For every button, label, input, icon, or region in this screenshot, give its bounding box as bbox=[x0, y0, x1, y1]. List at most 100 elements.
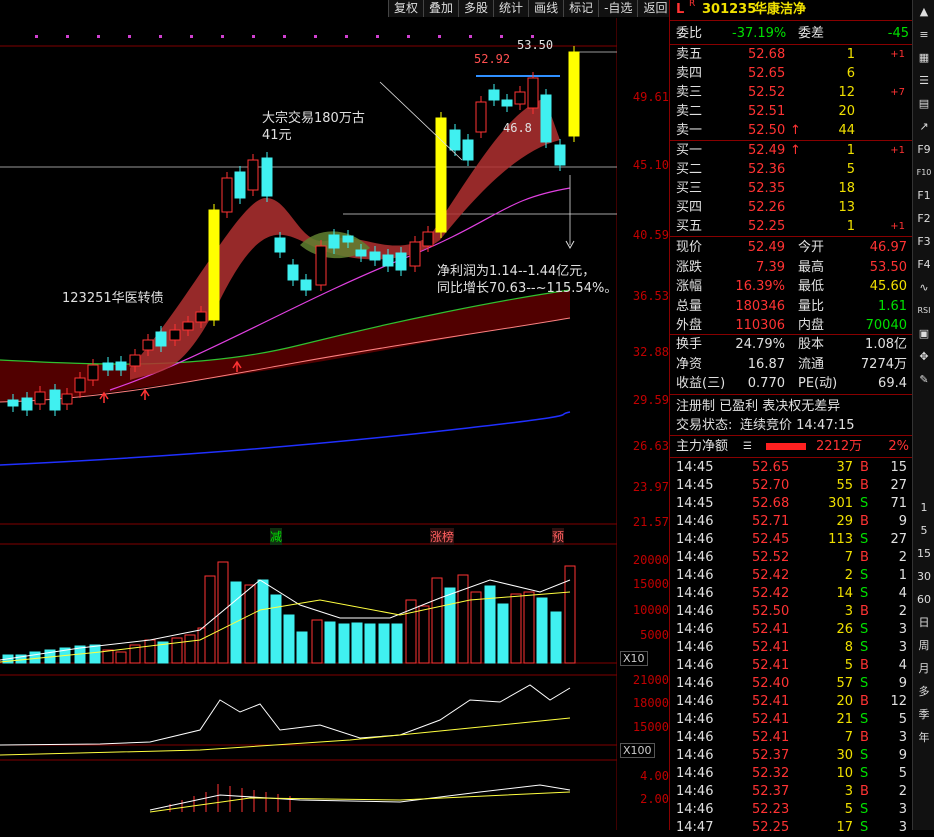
candle bbox=[234, 171, 246, 199]
period-button-0[interactable]: 1 bbox=[916, 500, 932, 516]
volume-bar bbox=[391, 623, 403, 664]
ask-row[interactable]: 卖三 52.52 12 +7 bbox=[670, 83, 913, 102]
bid-row[interactable]: 买五 52.25 1 +1 bbox=[670, 217, 913, 236]
tick-time: 14:46 bbox=[676, 604, 714, 619]
trend-icon[interactable]: ↗ bbox=[916, 119, 932, 135]
period-button-5[interactable]: 日 bbox=[916, 615, 932, 631]
ma-line-blue bbox=[0, 411, 571, 466]
toolbar-item-6[interactable]: -自选 bbox=[598, 0, 638, 17]
bid-row[interactable]: 买一 52.49 ↑ 1 +1 bbox=[670, 141, 913, 160]
menu-icon[interactable]: ☰ bbox=[743, 437, 752, 456]
rsi-icon[interactable]: RSI bbox=[916, 303, 932, 319]
doc-icon[interactable]: ▣ bbox=[916, 326, 932, 342]
candle bbox=[527, 77, 539, 109]
toolbar-item-4[interactable]: 画线 bbox=[528, 0, 564, 17]
price-axis-label: 29.59 bbox=[632, 393, 669, 407]
toolbar-item-5[interactable]: 标记 bbox=[563, 0, 599, 17]
tick-time: 14:45 bbox=[676, 496, 714, 511]
tick-time: 14:46 bbox=[676, 694, 714, 709]
candle bbox=[287, 264, 299, 281]
stat-value: 180346 bbox=[735, 298, 785, 314]
tick-time: 14:45 bbox=[676, 478, 714, 493]
f1-icon[interactable]: F1 bbox=[916, 188, 932, 204]
period-button-3[interactable]: 30 bbox=[916, 569, 932, 585]
period-button-9[interactable]: 季 bbox=[916, 707, 932, 723]
stat-label: PE(动) bbox=[798, 376, 838, 391]
pen-icon[interactable]: ✎ bbox=[916, 372, 932, 388]
tick-time: 14:46 bbox=[676, 640, 714, 655]
menu-icon[interactable]: ≡ bbox=[916, 27, 932, 43]
tag-reduce: 减 bbox=[270, 528, 283, 545]
ask-row[interactable]: 卖四 52.65 6 bbox=[670, 64, 913, 83]
volume-bar bbox=[338, 623, 350, 664]
candle bbox=[409, 241, 421, 267]
tick-price: 52.52 bbox=[752, 550, 790, 565]
volume-bar bbox=[283, 614, 295, 664]
list-icon[interactable]: ☰ bbox=[916, 73, 932, 89]
tick-count: 27 bbox=[890, 478, 907, 493]
tick-price: 52.41 bbox=[752, 640, 790, 655]
toolbar-item-1[interactable]: 叠加 bbox=[423, 0, 459, 17]
ask-row[interactable]: 卖二 52.51 20 bbox=[670, 102, 913, 121]
volume-bar bbox=[257, 579, 269, 664]
f10-icon[interactable]: F10 bbox=[916, 165, 932, 181]
wave-icon[interactable]: ∿ bbox=[916, 280, 932, 296]
tick-time: 14:46 bbox=[676, 586, 714, 601]
candle bbox=[49, 389, 61, 411]
kline-chart[interactable] bbox=[0, 18, 618, 830]
book-volume: 5 bbox=[846, 162, 855, 177]
volume-bar bbox=[510, 593, 522, 664]
tick-price: 52.37 bbox=[752, 784, 790, 799]
stat-label: 收益(三) bbox=[676, 376, 726, 391]
toolbar-item-2[interactable]: 多股 bbox=[458, 0, 494, 17]
f9-icon[interactable]: F9 bbox=[916, 142, 932, 158]
tick-volume: 29 bbox=[836, 514, 853, 529]
candle bbox=[261, 157, 273, 197]
period-button-4[interactable]: 60 bbox=[916, 592, 932, 608]
grid-icon[interactable]: ▤ bbox=[916, 96, 932, 112]
expand-icon[interactable]: ✥ bbox=[916, 349, 932, 365]
ask-row[interactable]: 卖五 52.68 1 +1 bbox=[670, 45, 913, 64]
tick-side: B bbox=[860, 550, 869, 565]
period-button-6[interactable]: 周 bbox=[916, 638, 932, 654]
annotation-profit-2: 同比增长70.63--~115.54%。 bbox=[437, 281, 618, 296]
top-marker bbox=[438, 35, 441, 38]
top-marker bbox=[376, 35, 379, 38]
toolbar-item-3[interactable]: 统计 bbox=[493, 0, 529, 17]
period-button-7[interactable]: 月 bbox=[916, 661, 932, 677]
stock-name[interactable]: 华康洁净 bbox=[754, 0, 806, 19]
top-marker bbox=[469, 35, 472, 38]
toolbar-item-0[interactable]: 复权 bbox=[388, 0, 424, 17]
period-button-2[interactable]: 15 bbox=[916, 546, 932, 562]
indicator-axis-label: 21000 bbox=[632, 673, 669, 687]
tick-side: B bbox=[860, 460, 869, 475]
arrow-up-icon[interactable]: ▲ bbox=[916, 4, 932, 20]
period-button-10[interactable]: 年 bbox=[916, 730, 932, 746]
tick-row: 14:45 52.68 301 S 71 bbox=[670, 495, 913, 513]
f3-icon[interactable]: F3 bbox=[916, 234, 932, 250]
stat-row: 现价 52.49 今开 46.97 bbox=[670, 238, 913, 257]
market-flag: L bbox=[676, 2, 685, 17]
bid-row[interactable]: 买二 52.36 5 bbox=[670, 160, 913, 179]
candle bbox=[435, 117, 447, 233]
book-level-label: 卖四 bbox=[676, 66, 703, 81]
f4-icon[interactable]: F4 bbox=[916, 257, 932, 273]
tick-count: 2 bbox=[898, 784, 907, 799]
tick-count: 9 bbox=[898, 748, 907, 763]
book-level-label: 卖五 bbox=[676, 47, 703, 62]
period-button-1[interactable]: 5 bbox=[916, 523, 932, 539]
price-axis-label: 49.61 bbox=[632, 90, 669, 104]
bid-row[interactable]: 买三 52.35 18 bbox=[670, 179, 913, 198]
stat-value: 1.08亿 bbox=[865, 337, 907, 352]
f2-icon[interactable]: F2 bbox=[916, 211, 932, 227]
price-axis-label: 32.88 bbox=[632, 345, 669, 359]
candle bbox=[247, 159, 259, 191]
chart-icon[interactable]: ▦ bbox=[916, 50, 932, 66]
toolbar-item-7[interactable]: 返回 bbox=[637, 0, 673, 17]
bid-row[interactable]: 买四 52.26 13 bbox=[670, 198, 913, 217]
period-button-8[interactable]: 多 bbox=[916, 684, 932, 700]
ask-row[interactable]: 卖一 52.50 ↑ 44 bbox=[670, 121, 913, 140]
tick-side: B bbox=[860, 478, 869, 493]
stat-value: 16.39% bbox=[735, 279, 785, 294]
book-volume: 1 bbox=[846, 219, 855, 234]
